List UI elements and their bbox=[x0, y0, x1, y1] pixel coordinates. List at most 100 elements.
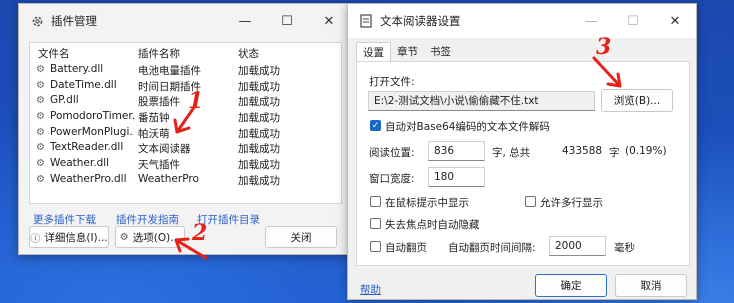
table-row[interactable]: ⚙ GP.dll 股票插件 加载成功 bbox=[30, 93, 341, 109]
table-row[interactable]: ⚙ Weather.dll 天气插件 加载成功 bbox=[30, 156, 341, 172]
tab-chapters[interactable]: 章节 bbox=[391, 42, 424, 62]
options-button[interactable]: ⚙ 选项(O)... bbox=[115, 226, 185, 248]
info-icon: ⓘ bbox=[30, 233, 41, 245]
gear-icon: ⚙ bbox=[36, 126, 45, 138]
tab-settings[interactable]: 设置 bbox=[356, 42, 391, 62]
file-name: GP.dll bbox=[50, 94, 79, 107]
plugin-list-header: 文件名 插件名称 状态 bbox=[30, 43, 341, 61]
browse-button[interactable]: 浏览(B)... bbox=[601, 89, 673, 112]
settings-panel: 打开文件: E:\2-测试文档\小说\偷偷藏不住.txt 浏览(B)... ✓ … bbox=[356, 61, 690, 266]
file-name: PomodoroTimer.... bbox=[50, 110, 134, 123]
details-button[interactable]: ⓘ 详细信息(I)... bbox=[29, 226, 109, 248]
annotation-number-3: 3 bbox=[596, 34, 612, 60]
plugin-name: 文本阅读器 bbox=[138, 143, 191, 156]
gear-icon: ⚙ bbox=[36, 64, 45, 75]
tab-bookmarks[interactable]: 书签 bbox=[424, 42, 457, 62]
column-header-file[interactable]: 文件名 bbox=[38, 46, 70, 61]
more-plugins-link[interactable]: 更多插件下载 bbox=[33, 212, 96, 227]
show-in-tooltip-label: 在鼠标提示中显示 bbox=[385, 197, 469, 209]
ok-button-label: 确定 bbox=[560, 280, 582, 292]
close-button[interactable]: 关闭 bbox=[265, 226, 337, 248]
plugin-status: 加载成功 bbox=[238, 159, 280, 172]
auto-hide-label: 失去焦点时自动隐藏 bbox=[385, 219, 480, 231]
open-file-label: 打开文件: bbox=[369, 76, 415, 88]
file-name: WeatherPro.dll bbox=[50, 172, 127, 185]
file-name: DateTime.dll bbox=[50, 78, 117, 91]
auto-page-interval-label: 自动翻页时间间隔: bbox=[448, 242, 536, 254]
gear-icon: ⚙ bbox=[36, 111, 45, 123]
maximize-button[interactable]: ☐ bbox=[612, 4, 654, 38]
gear-icon: ⚙ bbox=[36, 142, 45, 154]
annotation-number-2: 2 bbox=[192, 220, 208, 246]
percent-value: (0.19%) bbox=[625, 145, 667, 157]
help-link[interactable]: 帮助 bbox=[360, 282, 381, 297]
plugin-name: 帕沃萌 bbox=[138, 127, 170, 140]
settings-title: 文本阅读器设置 bbox=[380, 14, 461, 28]
plugin-name: 番茄钟 bbox=[138, 112, 170, 125]
plugin-name: WeatherPro bbox=[138, 172, 199, 185]
details-button-label: 详细信息(I)... bbox=[44, 231, 108, 244]
plugin-name: 天气插件 bbox=[138, 159, 180, 172]
maximize-button[interactable]: ☐ bbox=[266, 4, 308, 38]
settings-tabs: 设置 章节 书签 bbox=[356, 42, 457, 62]
show-in-tooltip-checkbox[interactable] bbox=[370, 196, 381, 207]
gear-icon: ⚙ bbox=[36, 173, 45, 185]
plugin-status: 加载成功 bbox=[238, 80, 280, 93]
cancel-button[interactable]: 取消 bbox=[615, 274, 687, 297]
table-row[interactable]: ⚙ WeatherPro.dll WeatherPro 加载成功 bbox=[30, 172, 341, 188]
file-name: Weather.dll bbox=[50, 157, 110, 170]
plugin-status: 加载成功 bbox=[238, 96, 280, 109]
table-row[interactable]: ⚙ PowerMonPlugi... 帕沃萌 加载成功 bbox=[30, 125, 341, 141]
plugin-status: 加载成功 bbox=[238, 112, 280, 125]
text-reader-settings-window: 文本阅读器设置 — ☐ ✕ 设置 章节 书签 打开文件: E:\2-测试文档\小… bbox=[347, 3, 697, 300]
char-total-label: 字, 总共 bbox=[492, 147, 531, 159]
gear-icon: ⚙ bbox=[119, 231, 129, 243]
file-path-field[interactable]: E:\2-测试文档\小说\偷偷藏不住.txt bbox=[368, 91, 595, 111]
table-row[interactable]: ⚙ TextReader.dll 文本阅读器 加载成功 bbox=[30, 140, 341, 156]
ok-button[interactable]: 确定 bbox=[535, 274, 607, 297]
gear-icon: ⚙ bbox=[36, 79, 45, 91]
close-window-button[interactable]: ✕ bbox=[308, 4, 350, 38]
plugin-manager-title: 插件管理 bbox=[51, 14, 97, 28]
read-position-field[interactable]: 836 bbox=[428, 141, 485, 161]
auto-page-checkbox[interactable] bbox=[370, 241, 381, 252]
window-width-field[interactable]: 180 bbox=[428, 167, 485, 187]
plugin-name: 电池电量插件 bbox=[138, 65, 201, 77]
allow-multiline-label: 允许多行显示 bbox=[540, 197, 603, 209]
table-row[interactable]: ⚙ Battery.dll 电池电量插件 加载成功 bbox=[30, 62, 341, 78]
plugin-dev-guide-link[interactable]: 插件开发指南 bbox=[116, 212, 179, 227]
close-button-label: 关闭 bbox=[290, 231, 312, 244]
table-row[interactable]: ⚙ PomodoroTimer.... 番茄钟 加载成功 bbox=[30, 109, 341, 125]
column-header-plugin-name[interactable]: 插件名称 bbox=[138, 46, 180, 61]
window-width-label: 窗口宽度: bbox=[369, 173, 415, 185]
settings-titlebar[interactable]: 文本阅读器设置 — ☐ ✕ bbox=[348, 4, 696, 38]
allow-multiline-checkbox[interactable] bbox=[525, 196, 536, 207]
file-name: TextReader.dll bbox=[50, 141, 124, 154]
gear-icon bbox=[29, 13, 45, 29]
plugin-name: 股票插件 bbox=[138, 96, 180, 109]
close-window-button[interactable]: ✕ bbox=[654, 4, 696, 38]
plugin-manager-titlebar[interactable]: 插件管理 — ☐ ✕ bbox=[19, 4, 350, 38]
auto-hide-checkbox[interactable] bbox=[370, 218, 381, 229]
gear-icon: ⚙ bbox=[36, 158, 45, 170]
plugin-status: 加载成功 bbox=[238, 127, 280, 140]
minimize-button[interactable]: — bbox=[570, 4, 612, 38]
file-name: Battery.dll bbox=[50, 63, 104, 75]
file-name: PowerMonPlugi... bbox=[50, 125, 134, 138]
plugin-list[interactable]: 文件名 插件名称 状态 ⚙ Battery.dll 电池电量插件加载成功 ⚙ Date… bbox=[29, 42, 342, 204]
column-header-status[interactable]: 状态 bbox=[238, 46, 259, 61]
table-row[interactable]: ⚙ DateTime.dll 时间日期插件 加载成功 bbox=[30, 78, 341, 94]
read-position-label: 阅读位置: bbox=[369, 147, 415, 159]
total-chars-value: 433588 bbox=[562, 145, 603, 157]
options-button-label: 选项(O)... bbox=[132, 231, 181, 244]
ms-unit-label: 毫秒 bbox=[614, 242, 635, 254]
plugin-manager-window: 插件管理 — ☐ ✕ 文件名 插件名称 状态 ⚙ Battery.dll 电池电量插… bbox=[18, 3, 351, 255]
gear-icon: ⚙ bbox=[36, 95, 45, 107]
plugin-status: 加载成功 bbox=[238, 174, 280, 187]
auto-page-interval-field[interactable]: 2000 bbox=[549, 236, 606, 256]
minimize-button[interactable]: — bbox=[224, 4, 266, 38]
plugin-status: 加载成功 bbox=[238, 143, 280, 156]
char-unit-label: 字 bbox=[609, 147, 620, 159]
base64-checkbox[interactable]: ✓ bbox=[370, 120, 381, 131]
document-icon bbox=[358, 13, 374, 29]
